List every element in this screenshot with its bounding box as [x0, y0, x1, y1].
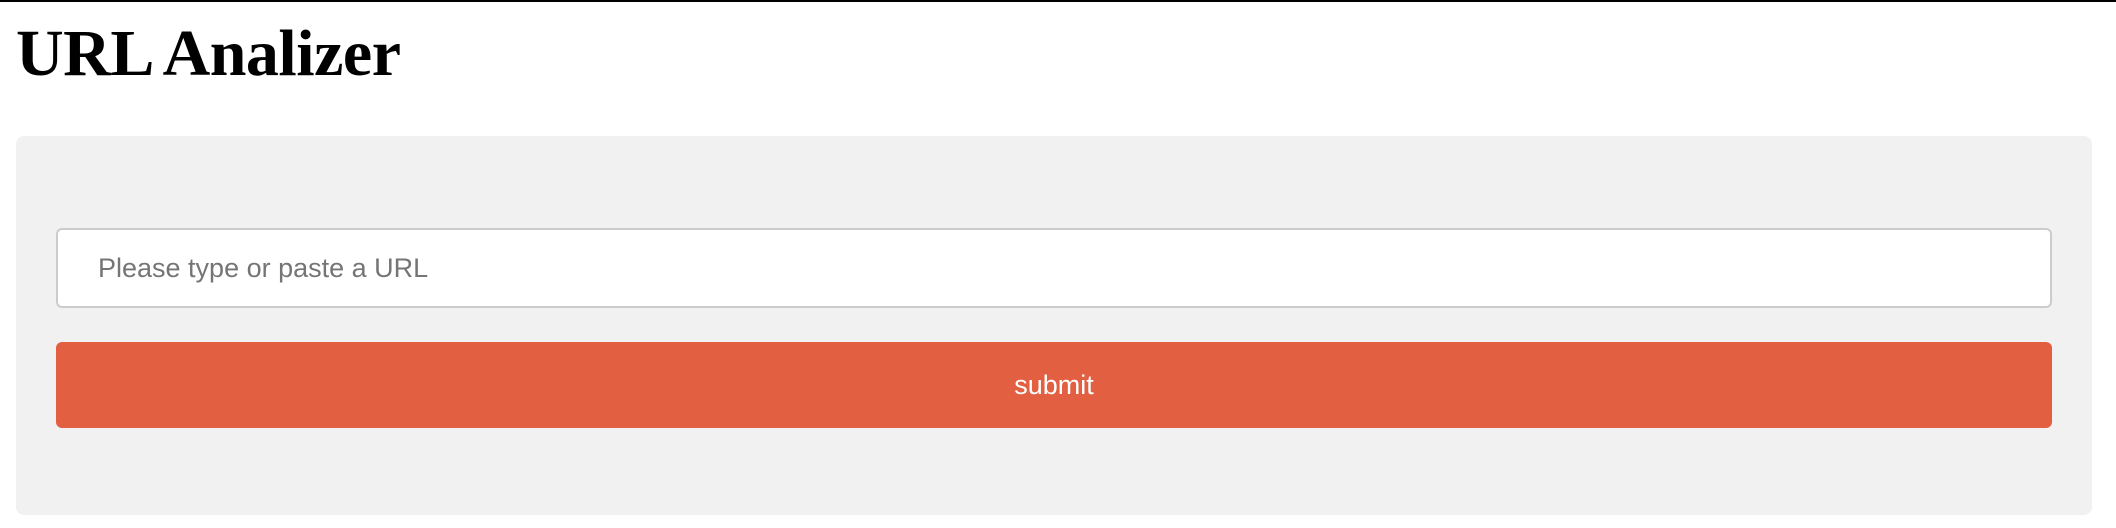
- page-title: URL Analizer: [16, 17, 401, 90]
- url-form-panel: submit: [16, 136, 2092, 515]
- submit-button[interactable]: submit: [56, 342, 2052, 428]
- url-input[interactable]: [56, 228, 2052, 308]
